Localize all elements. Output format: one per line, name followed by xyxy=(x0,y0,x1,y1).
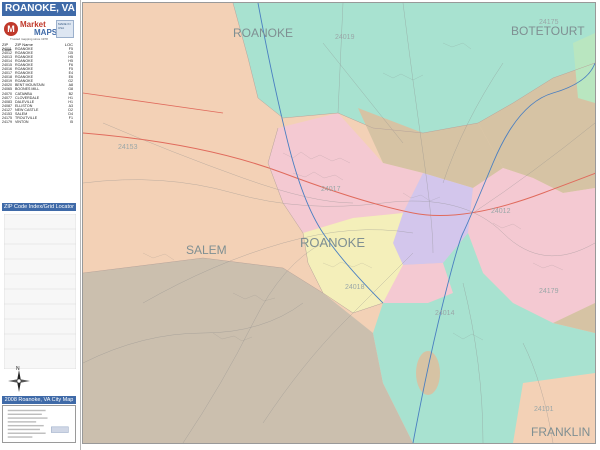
zip-loc-cell: I5 xyxy=(70,119,73,124)
zip-name-cell: VINTON xyxy=(15,119,29,124)
zip-label-24153: 24153 xyxy=(118,144,138,151)
zip-table-row: 24179 VINTON I5 xyxy=(2,120,76,124)
zip-label-24014: 24014 xyxy=(435,310,455,317)
zip-label-24012: 24012 xyxy=(491,208,511,215)
logo-brand-bottom: MAPS xyxy=(34,28,58,37)
zip-code-map[interactable]: ROANOKE BOTETOURT FRANKLIN ROANOKE SALEM… xyxy=(82,2,596,444)
map-info-title: 2008 Roanoke, VA City Map xyxy=(2,396,76,404)
county-label-botetourt: BOTETOURT xyxy=(511,24,585,38)
zip-label-24175: 24175 xyxy=(539,19,559,26)
locator-inset-map xyxy=(4,214,76,369)
county-label-roanoke: ROANOKE xyxy=(233,26,293,40)
zip-label-24101: 24101 xyxy=(534,406,554,413)
publisher-logo: M Market MAPS Trusted mapping since 1978… xyxy=(4,20,76,42)
city-label-roanoke: ROANOKE xyxy=(300,235,365,250)
city-label-salem: SALEM xyxy=(186,243,227,257)
zip-code-table: 24011 ROANOKE F5 24012 ROANOKE G5 24013 ROANOKE… xyxy=(2,47,76,124)
zip-label-24019: 24019 xyxy=(335,34,355,41)
logo-mark: M xyxy=(4,22,18,36)
lake-area xyxy=(416,351,440,395)
compass-north-label: N xyxy=(16,366,20,372)
county-label-franklin: FRANKLIN xyxy=(531,425,590,439)
zip-label-24179: 24179 xyxy=(539,288,559,295)
map-title: ROANOKE, VA xyxy=(2,2,76,16)
logo-badge: MADE IN USA xyxy=(56,20,74,38)
zip-label-24017: 24017 xyxy=(321,186,341,193)
zip-code-cell: 24179 xyxy=(2,119,12,124)
zip-label-24018: 24018 xyxy=(345,284,365,291)
map-canvas[interactable]: ROANOKE BOTETOURT FRANKLIN ROANOKE SALEM… xyxy=(83,3,595,443)
legend-sidebar: ROANOKE, VA M Market MAPS Trusted mappin… xyxy=(0,0,81,450)
logo-tagline: Trusted mapping since 1978 xyxy=(10,37,48,41)
map-info-box xyxy=(2,405,76,443)
grid-locator-title: ZIP Code Index/Grid Locator xyxy=(2,203,76,211)
